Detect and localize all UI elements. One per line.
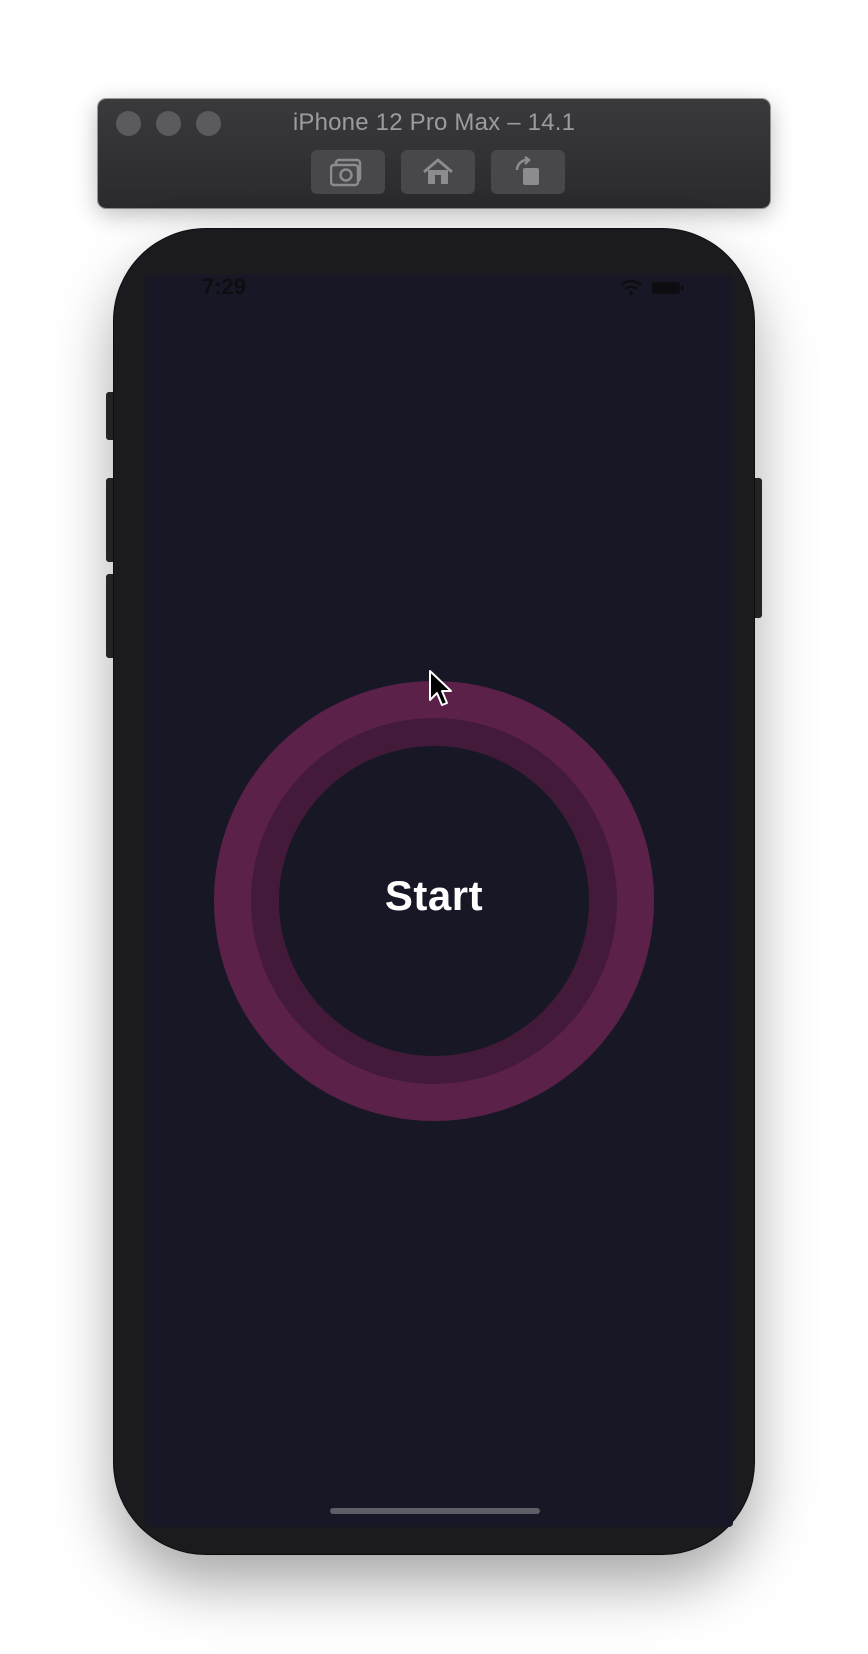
rotate-button[interactable]: [491, 150, 565, 194]
mouse-cursor-icon: [428, 669, 454, 714]
home-indicator[interactable]: [330, 1508, 540, 1514]
simulator-titlebar: iPhone 12 Pro Max – 14.1: [98, 99, 770, 208]
start-label: Start: [384, 872, 484, 919]
home-icon: [421, 157, 455, 187]
screenshot-button[interactable]: [311, 150, 385, 194]
rotate-icon: [512, 156, 544, 188]
camera-icon: [330, 157, 366, 187]
home-button[interactable]: [401, 150, 475, 194]
battery-icon: [652, 281, 684, 300]
status-icons: [620, 280, 684, 301]
stage: iPhone 12 Pro Max – 14.1 7:29 Start: [0, 0, 868, 1654]
wifi-icon: [620, 280, 642, 301]
status-time: 7:29: [202, 274, 247, 299]
simulator-title: iPhone 12 Pro Max – 14.1: [292, 109, 576, 136]
